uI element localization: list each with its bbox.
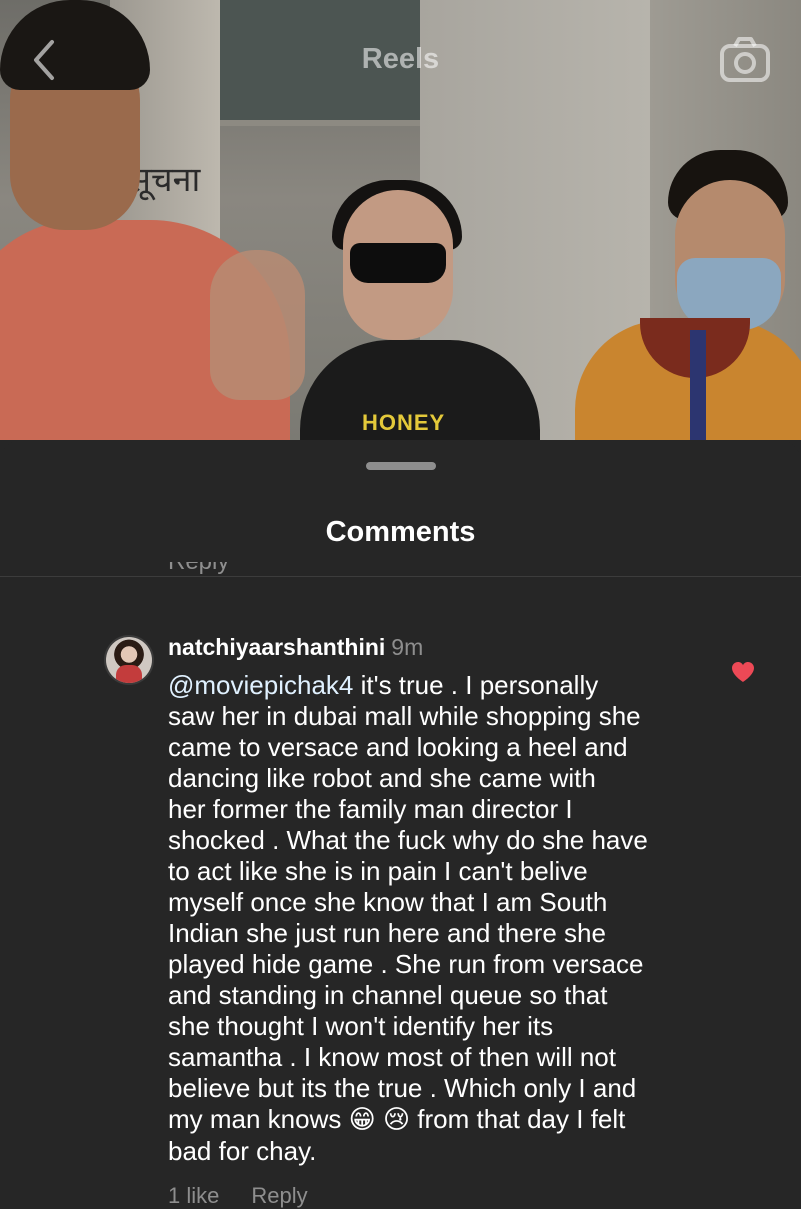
person-left-hand xyxy=(210,250,305,400)
page-title: Reels xyxy=(361,43,440,75)
drag-handle[interactable] xyxy=(366,462,436,470)
top-bar: Reels xyxy=(0,0,801,110)
comment-text: @moviepichak4 it's true . I personally s… xyxy=(168,670,708,1167)
mention-link[interactable]: @moviepichak4 xyxy=(168,670,353,700)
sunglasses xyxy=(350,243,446,283)
comment-actions: 1 like Reply xyxy=(168,1183,340,1209)
lanyard xyxy=(690,330,706,440)
comment-username[interactable]: natchiyaarshanthini xyxy=(168,634,385,660)
avatar[interactable] xyxy=(106,637,152,683)
grin-emoji: 😁 xyxy=(348,1105,376,1135)
reply-button[interactable]: Reply xyxy=(251,1183,307,1208)
comment-header: natchiyaarshanthini 9m xyxy=(168,634,423,661)
heart-icon[interactable] xyxy=(730,660,756,684)
divider xyxy=(0,576,801,577)
comments-sheet: Comments Reply natchiyaarshanthini9m @mo… xyxy=(0,440,801,1208)
comment-text-part: it's true . I personally saw her in duba… xyxy=(168,670,648,1134)
crying-emoji: 😢 xyxy=(382,1105,411,1135)
camera-icon[interactable] xyxy=(718,36,772,84)
shirt-print: HONEY xyxy=(362,410,446,435)
sheet-title: Comments xyxy=(325,516,476,548)
comment-time: 9m xyxy=(391,634,424,660)
like-count[interactable]: 1 like xyxy=(168,1183,219,1208)
